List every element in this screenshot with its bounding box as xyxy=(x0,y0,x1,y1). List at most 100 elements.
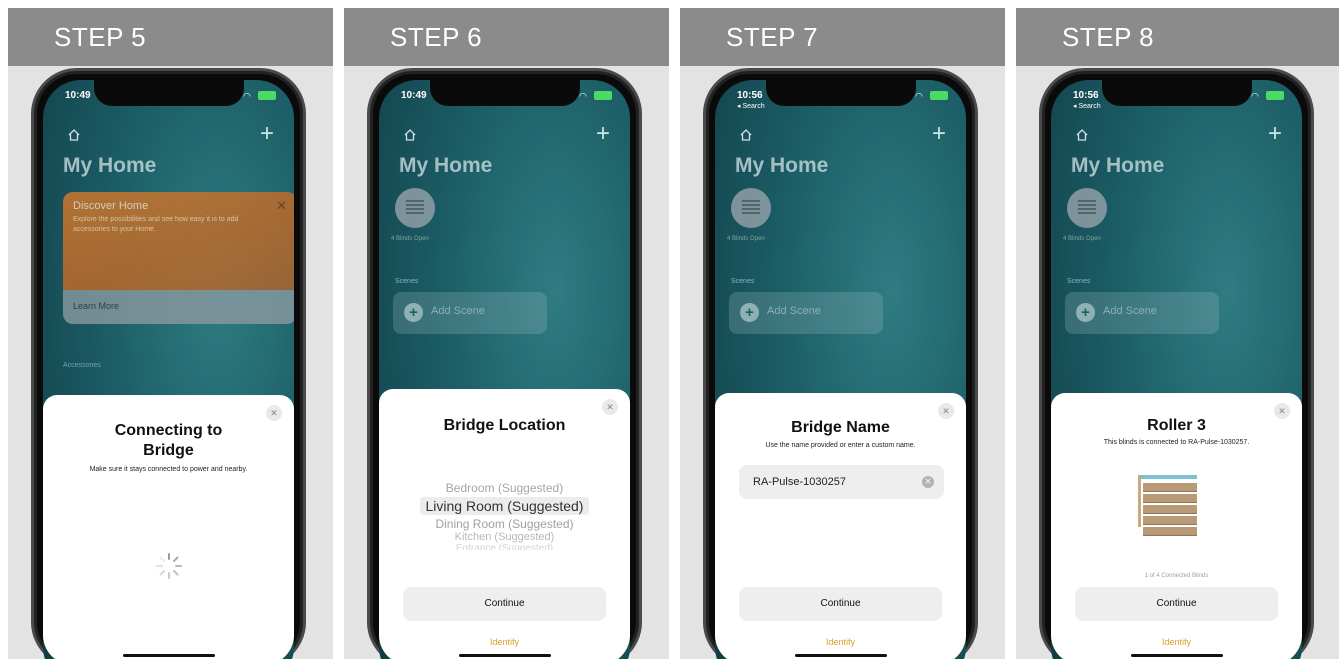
blinds-status: 4 Blinds Open xyxy=(391,236,429,242)
battery-icon xyxy=(930,91,948,100)
status-time: 10:49 xyxy=(401,90,427,101)
step-header: STEP 8 xyxy=(1016,8,1339,66)
learn-more-link[interactable]: Learn More xyxy=(63,290,294,324)
add-icon[interactable]: + xyxy=(596,120,610,148)
blinds-status: 4 Blinds Open xyxy=(727,236,765,242)
page-title: My Home xyxy=(63,154,157,177)
step-header: STEP 5 xyxy=(8,8,333,66)
step-header: STEP 7 xyxy=(680,8,1005,66)
bridge-name-value: RA-Pulse-1030257 xyxy=(753,476,846,488)
home-icon[interactable] xyxy=(1075,128,1089,142)
blinds-accessory-icon[interactable] xyxy=(1067,188,1107,228)
sheet-title-line1: Connecting to xyxy=(114,422,223,439)
add-icon[interactable]: + xyxy=(932,120,946,148)
identify-link[interactable]: Identify xyxy=(1051,637,1302,647)
home-indicator xyxy=(1130,654,1223,657)
status-time: 10:56 xyxy=(737,90,763,101)
add-scene-button[interactable]: + Add Scene xyxy=(1065,292,1219,334)
blind-connected-sheet: ✕ Roller 3 This blinds is connected to R… xyxy=(1051,393,1302,659)
identify-link[interactable]: Identify xyxy=(715,637,966,647)
discover-title: Discover Home xyxy=(73,200,149,212)
notch xyxy=(765,80,916,106)
picker-option[interactable]: Dining Room (Suggested) xyxy=(379,517,630,531)
connected-counter: 1 of 4 Connected Blinds xyxy=(1144,573,1209,579)
phone-frame: 10:49 ◠ + My Home Discover Home Explore … xyxy=(31,68,306,659)
scenes-label: Scenes xyxy=(395,278,419,285)
phone-frame: 10:49 ◠ + My Home 4 Blinds Open Scenes +… xyxy=(367,68,642,659)
blinds-status: 4 Blinds Open xyxy=(1063,236,1101,242)
page-title: My Home xyxy=(1071,154,1165,177)
sheet-title: Roller 3 xyxy=(1147,417,1206,434)
wifi-icon: ◠ xyxy=(579,91,587,101)
discover-home-card[interactable]: Discover Home Explore the possibilities … xyxy=(63,192,294,324)
plus-circle-icon: + xyxy=(1076,303,1095,322)
close-icon[interactable]: ✕ xyxy=(1274,403,1290,419)
close-icon[interactable]: ✕ xyxy=(602,399,618,415)
continue-button[interactable]: Continue xyxy=(403,587,606,621)
bridge-location-sheet: ✕ Bridge Location Bedroom (Suggested) Li… xyxy=(379,389,630,659)
bridge-name-sheet: ✕ Bridge Name Use the name provided or e… xyxy=(715,393,966,659)
home-indicator xyxy=(458,654,551,657)
add-icon[interactable]: + xyxy=(260,120,274,148)
battery-icon xyxy=(258,91,276,100)
step-panel-6: STEP 6 10:49 ◠ + My Home 4 Blinds Open S… xyxy=(344,8,669,659)
add-scene-button[interactable]: + Add Scene xyxy=(729,292,883,334)
notch xyxy=(429,80,580,106)
add-icon[interactable]: + xyxy=(1268,120,1282,148)
add-scene-button[interactable]: + Add Scene xyxy=(393,292,547,334)
step-header: STEP 6 xyxy=(344,8,669,66)
continue-button[interactable]: Continue xyxy=(1075,587,1278,621)
sheet-subtitle: This blinds is connected to RA-Pulse-103… xyxy=(1103,439,1250,446)
back-to-search-link[interactable]: ◂ Search xyxy=(737,102,765,110)
close-icon[interactable]: ✕ xyxy=(266,405,282,421)
scenes-label: Scenes xyxy=(731,278,755,285)
home-icon[interactable] xyxy=(739,128,753,142)
notch xyxy=(1101,80,1252,106)
clear-icon[interactable]: ✕ xyxy=(922,476,934,488)
home-icon[interactable] xyxy=(403,128,417,142)
page-title: My Home xyxy=(735,154,829,177)
wifi-icon: ◠ xyxy=(1251,91,1259,101)
loading-spinner-icon xyxy=(155,553,182,579)
add-scene-label: Add Scene xyxy=(431,305,485,317)
battery-icon xyxy=(594,91,612,100)
phone-frame: 10:56 ◂ Search ◠ + My Home 4 Blinds Open… xyxy=(1039,68,1314,659)
step-panel-5: STEP 5 10:49 ◠ + My Home Discover Home E… xyxy=(8,8,333,659)
home-indicator xyxy=(794,654,887,657)
sheet-subtitle: Make sure it stays connected to power an… xyxy=(89,466,248,473)
blinds-accessory-icon[interactable] xyxy=(731,188,771,228)
connecting-sheet: ✕ Connecting to Bridge Make sure it stay… xyxy=(43,395,294,659)
home-icon[interactable] xyxy=(67,128,81,142)
blinds-accessory-icon[interactable] xyxy=(395,188,435,228)
sheet-title: Bridge Name xyxy=(791,419,890,436)
close-icon[interactable]: ✕ xyxy=(938,403,954,419)
bridge-name-input[interactable]: RA-Pulse-1030257 ✕ xyxy=(739,465,944,499)
location-picker[interactable]: Bedroom (Suggested) Living Room (Suggest… xyxy=(379,481,630,550)
back-to-search-link[interactable]: ◂ Search xyxy=(1073,102,1101,110)
identify-link[interactable]: Identify xyxy=(379,637,630,647)
picker-option[interactable]: Bedroom (Suggested) xyxy=(379,481,630,495)
picker-option-selected[interactable]: Living Room (Suggested) xyxy=(419,497,590,515)
picker-option[interactable]: Kitchen (Suggested) xyxy=(379,531,630,543)
plus-circle-icon: + xyxy=(404,303,423,322)
wifi-icon: ◠ xyxy=(915,91,923,101)
picker-option[interactable]: Entrance (Suggested) xyxy=(379,543,630,550)
step-panel-8: STEP 8 10:56 ◂ Search ◠ + My Home 4 Blin… xyxy=(1016,8,1339,659)
roller-blind-icon xyxy=(1137,475,1201,543)
phone-frame: 10:56 ◂ Search ◠ + My Home 4 Blinds Open… xyxy=(703,68,978,659)
plus-circle-icon: + xyxy=(740,303,759,322)
step-panel-7: STEP 7 10:56 ◂ Search ◠ + My Home 4 Blin… xyxy=(680,8,1005,659)
phone-screen: 10:56 ◂ Search ◠ + My Home 4 Blinds Open… xyxy=(715,80,966,659)
sheet-title: Bridge Location xyxy=(443,417,566,434)
add-scene-label: Add Scene xyxy=(1103,305,1157,317)
scenes-label: Scenes xyxy=(1067,278,1091,285)
phone-screen: 10:49 ◠ + My Home 4 Blinds Open Scenes +… xyxy=(379,80,630,659)
phone-screen: 10:49 ◠ + My Home Discover Home Explore … xyxy=(43,80,294,659)
continue-button[interactable]: Continue xyxy=(739,587,942,621)
discover-text: Explore the possibilities and see how ea… xyxy=(73,216,239,233)
notch xyxy=(93,80,244,106)
close-icon[interactable]: ✕ xyxy=(276,198,287,214)
status-time: 10:49 xyxy=(65,90,91,101)
phone-screen: 10:56 ◂ Search ◠ + My Home 4 Blinds Open… xyxy=(1051,80,1302,659)
wifi-icon: ◠ xyxy=(243,91,251,101)
